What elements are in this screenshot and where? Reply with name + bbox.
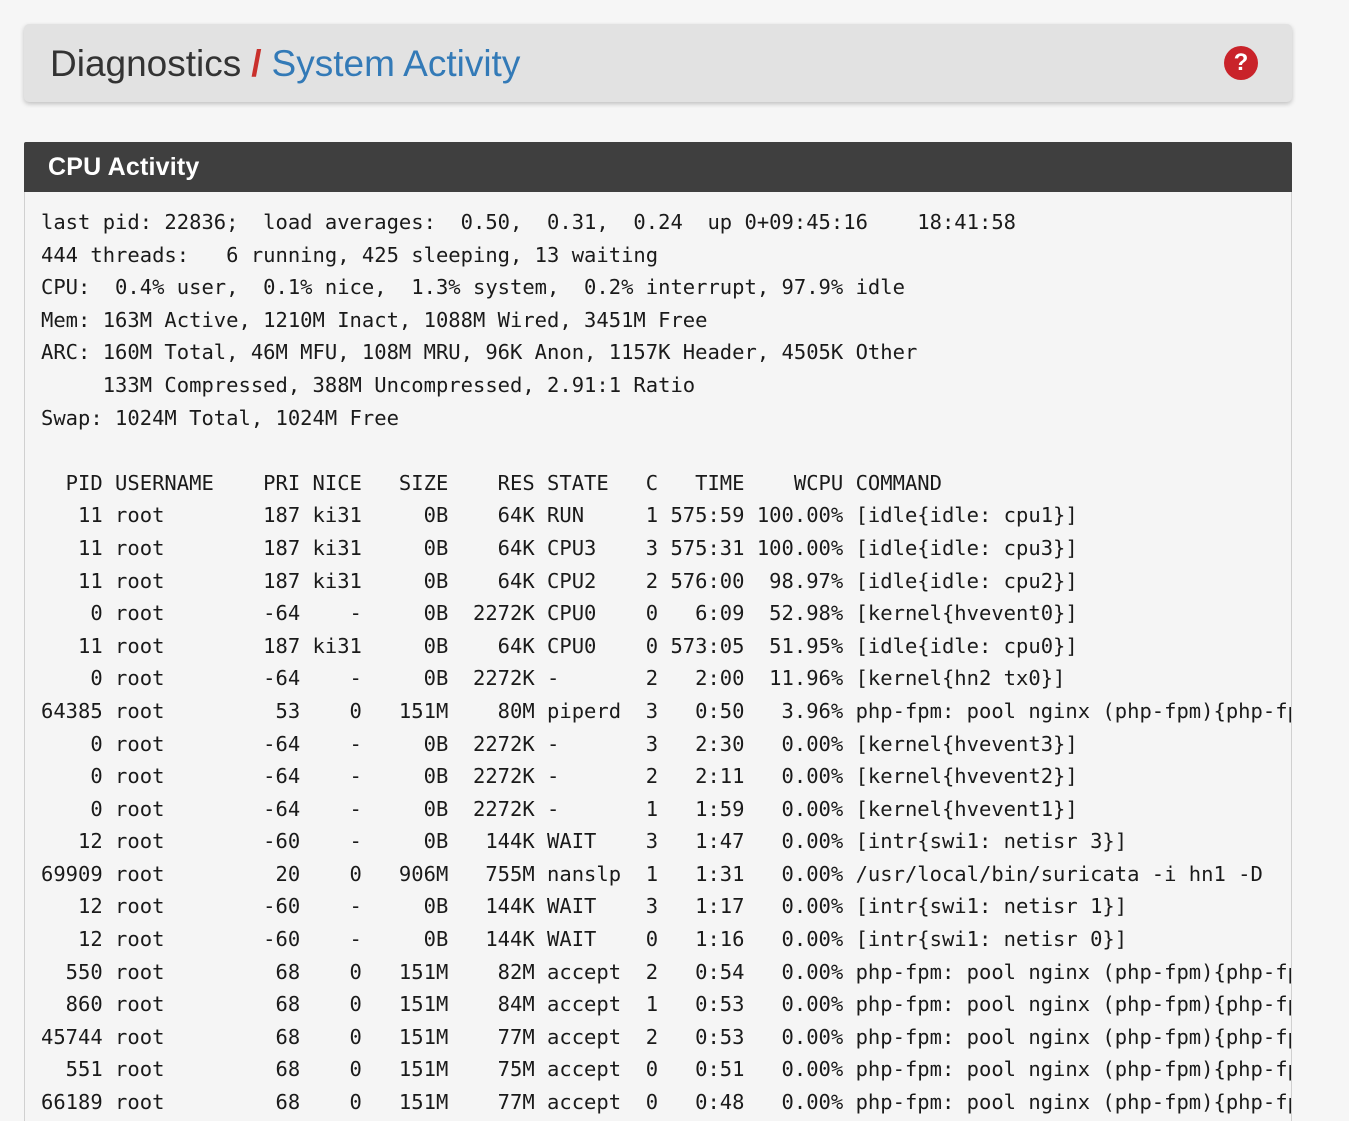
cpu-activity-panel: CPU Activity last pid: 22836; load avera… [24,142,1292,1121]
breadcrumb: Diagnostics / System Activity [50,45,520,82]
breadcrumb-bar: Diagnostics / System Activity ? [24,24,1292,102]
panel-title: CPU Activity [48,152,200,181]
panel-body[interactable]: last pid: 22836; load averages: 0.50, 0.… [24,192,1292,1121]
panel-heading: CPU Activity [24,142,1292,192]
breadcrumb-item-system-activity[interactable]: System Activity [272,45,521,82]
help-question-icon[interactable]: ? [1224,46,1258,80]
top-output-text: last pid: 22836; load averages: 0.50, 0.… [41,210,1291,1115]
system-activity-page: Diagnostics / System Activity ? CPU Acti… [0,0,1349,1121]
breadcrumb-item-diagnostics[interactable]: Diagnostics [50,45,241,82]
breadcrumb-separator: / [251,42,262,84]
